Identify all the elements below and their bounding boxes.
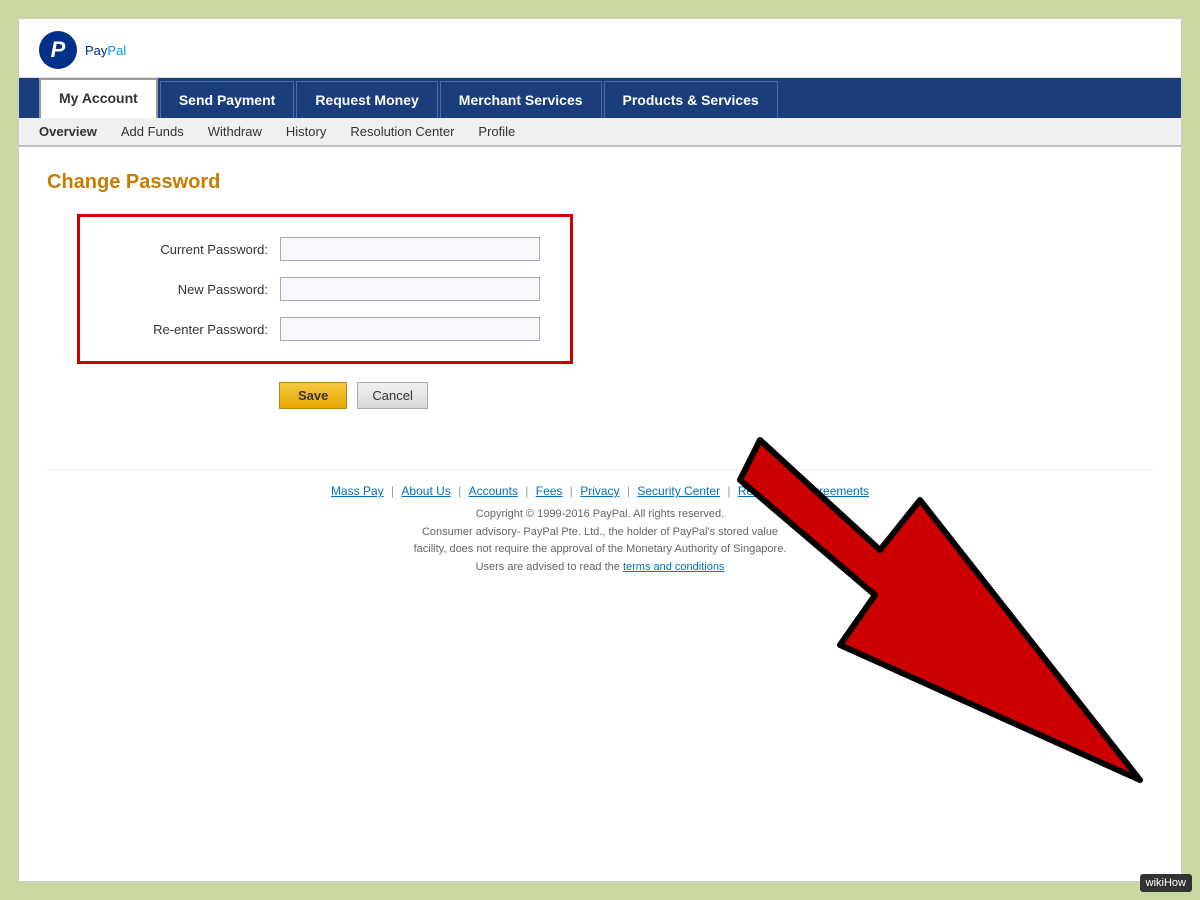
wikihow-badge: wikiHow: [1140, 874, 1192, 892]
footer-link-security[interactable]: Security Center: [637, 484, 720, 498]
footer-link-accounts[interactable]: Accounts: [469, 484, 518, 498]
sub-nav: Overview Add Funds Withdraw History Reso…: [19, 118, 1181, 147]
tab-my-account[interactable]: My Account: [39, 78, 158, 118]
change-password-form: Current Password: New Password: Re-enter…: [77, 214, 573, 364]
logo-icon: P: [39, 31, 77, 69]
content: Change Password Current Password: New Pa…: [19, 147, 1181, 600]
save-button[interactable]: Save: [279, 382, 347, 409]
tab-send-payment[interactable]: Send Payment: [160, 81, 294, 118]
new-password-row: New Password:: [110, 277, 540, 301]
footer-link-fees[interactable]: Fees: [536, 484, 563, 498]
footer-links: Mass Pay | About Us | Accounts | Fees | …: [47, 484, 1153, 498]
sub-nav-history[interactable]: History: [286, 124, 326, 139]
logo-text: PayPal: [85, 43, 126, 58]
logo-pay: Pay: [85, 43, 107, 58]
sub-nav-profile[interactable]: Profile: [478, 124, 515, 139]
current-password-row: Current Password:: [110, 237, 540, 261]
footer: Mass Pay | About Us | Accounts | Fees | …: [47, 469, 1153, 576]
main-nav: My Account Send Payment Request Money Me…: [19, 78, 1181, 118]
reenter-password-row: Re-enter Password:: [110, 317, 540, 341]
reenter-password-label: Re-enter Password:: [110, 322, 280, 337]
new-password-label: New Password:: [110, 282, 280, 297]
reenter-password-input[interactable]: [280, 317, 540, 341]
footer-link-about-us[interactable]: About Us: [401, 484, 450, 498]
tab-merchant-services[interactable]: Merchant Services: [440, 81, 602, 118]
sub-nav-add-funds[interactable]: Add Funds: [121, 124, 184, 139]
new-password-input[interactable]: [280, 277, 540, 301]
footer-link-referrals[interactable]: Referrals: [738, 484, 787, 498]
current-password-label: Current Password:: [110, 242, 280, 257]
page-title: Change Password: [47, 171, 1153, 194]
page-container: P PayPal My Account Send Payment Request…: [18, 18, 1182, 882]
cancel-button[interactable]: Cancel: [357, 382, 427, 409]
footer-copyright: Copyright © 1999-2016 PayPal. All rights…: [47, 506, 1153, 576]
sub-nav-overview[interactable]: Overview: [39, 124, 97, 139]
button-row: Save Cancel: [77, 382, 1153, 409]
logo-pal: Pal: [107, 43, 126, 58]
footer-link-agreements[interactable]: Agreements: [804, 484, 869, 498]
footer-link-privacy[interactable]: Privacy: [580, 484, 619, 498]
header: P PayPal: [19, 19, 1181, 78]
tab-products-services[interactable]: Products & Services: [604, 81, 778, 118]
sub-nav-resolution-center[interactable]: Resolution Center: [350, 124, 454, 139]
sub-nav-withdraw[interactable]: Withdraw: [208, 124, 262, 139]
tab-request-money[interactable]: Request Money: [296, 81, 437, 118]
current-password-input[interactable]: [280, 237, 540, 261]
logo: P PayPal: [39, 31, 1161, 69]
terms-link[interactable]: terms and conditions: [623, 561, 725, 573]
footer-link-mass-pay[interactable]: Mass Pay: [331, 484, 384, 498]
